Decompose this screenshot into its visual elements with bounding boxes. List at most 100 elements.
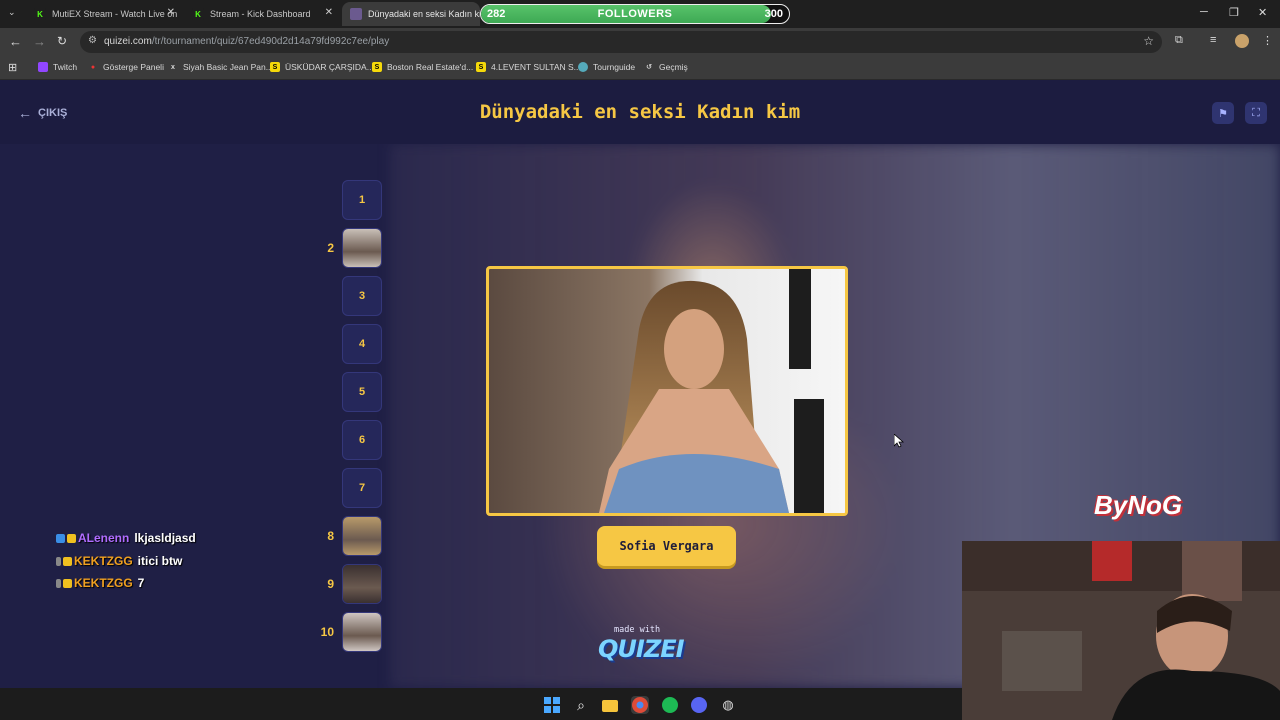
bookmark-siyah-jean[interactable]: x Siyah Basic Jean Pan... [168,62,273,72]
sahibinden-icon: S [476,62,486,72]
quizei-logo[interactable]: QUIZEI [598,635,685,663]
minimize-icon[interactable]: ─ [1200,6,1208,18]
tab-mutiex-stream[interactable]: K MutiEX Stream - Watch Live on ✕ [26,2,181,26]
tab-quizei[interactable]: Dünyadaki en seksi Kadın kim [342,2,480,26]
file-explorer-icon[interactable] [601,696,619,714]
history-icon: ↺ [646,64,652,71]
rank-number: 2 [327,241,334,255]
rank-slot-8[interactable] [342,516,382,556]
chat-message: KEKTZGG itici btw [56,554,182,568]
site-info-icon[interactable]: ⚙ [88,35,97,46]
webcam-feed [962,541,1280,720]
search-icon[interactable]: ⌕ [572,696,590,714]
restore-icon[interactable]: ❐ [1229,6,1239,19]
contestant-name: Sofia Vergara [619,539,714,553]
bookmark-label: Geçmiş [659,62,688,72]
tab-title: MutiEX Stream - Watch Live on [52,9,178,19]
crown-badge-icon [67,533,76,543]
dashboard-icon: ● [90,63,96,71]
sahibinden-icon: S [270,62,280,72]
close-icon[interactable]: ✕ [167,7,175,18]
url-path: /tr/tournament/quiz/67ed490d2d14a79fd992… [151,36,390,47]
quizei-favicon-icon [350,8,362,20]
tournguide-icon [578,62,588,72]
bookmark-history[interactable]: ↺ Geçmiş [644,62,688,72]
contestant-photo [489,269,845,513]
rank-thumbnail [343,613,381,651]
fullscreen-button[interactable]: ⛶ [1245,102,1267,124]
kick-icon: K [34,8,46,20]
rank-number: 9 [327,577,334,591]
crown-badge-icon [63,578,72,588]
rank-number: 8 [327,529,334,543]
extensions-icon[interactable]: ⧉ [1175,34,1183,47]
report-flag-button[interactable]: ⚑ [1212,102,1234,124]
app-icon[interactable]: ◍ [719,696,737,714]
bookmark-label: 4.LEVENT SULTAN S... [491,62,581,72]
kick-icon: K [192,8,204,20]
webcam-image [962,541,1280,720]
chat-text: 7 [137,576,145,590]
tab-title: Stream - Kick Dashboard [210,9,311,19]
sahibinden-icon: S [372,62,382,72]
rank-slot-6[interactable]: 6 [342,420,382,460]
followers-label: FOLLOWERS [597,8,673,20]
apps-grid-icon[interactable]: ⊞ [8,61,17,74]
browser-toolbar: ← → ↻ ⚙ quizei.com/tr/tournament/quiz/67… [0,28,1280,56]
bookmark-star-icon[interactable]: ☆ [1143,34,1154,48]
forward-icon[interactable]: → [33,34,46,49]
rank-slot-7[interactable]: 7 [342,468,382,508]
bookmark-tournguide[interactable]: Tournguide [578,62,635,72]
rank-slot-10[interactable] [342,612,382,652]
address-bar[interactable]: ⚙ quizei.com/tr/tournament/quiz/67ed490d… [80,31,1162,53]
rank-number: 10 [320,625,334,639]
contestant-name-button[interactable]: Sofia Vergara [597,526,736,566]
tab-search-chevron-icon[interactable]: ⌄ [8,7,16,18]
rank-slot-2[interactable] [342,228,382,268]
discord-icon[interactable] [690,696,708,714]
rank-thumbnail [343,517,381,555]
close-icon[interactable]: ✕ [325,7,333,18]
bookmark-uskudar[interactable]: S ÜSKÜDAR ÇARŞIDA... [270,62,374,72]
followers-goal-bar: 282 FOLLOWERS 300 [480,4,790,24]
bookmark-boston[interactable]: S Boston Real Estate'd... [372,62,473,72]
rank-slot-number: 6 [358,434,366,446]
rank-slot-1[interactable]: 1 [342,180,382,220]
flag-icon: ⚑ [1218,107,1228,120]
chat-message: ALenenn lkjasldjasd [56,531,196,545]
bookmarks-bar: ⊞ Twitch ● Gösterge Paneli x Siyah Basic J… [0,56,1280,80]
current-contestant-image[interactable] [486,266,848,516]
rank-slot-5[interactable]: 5 [342,372,382,412]
rank-slot-3[interactable]: 3 [342,276,382,316]
url-domain: quizei.com [104,36,152,47]
profile-avatar[interactable] [1235,34,1249,48]
badge-icon [56,556,61,566]
quiz-header: ← ÇIKIŞ Dünyadaki en seksi Kadın kim ⚑ ⛶ [0,80,1280,144]
spotify-icon[interactable] [661,696,679,714]
bookmark-levent[interactable]: S 4.LEVENT SULTAN S... [476,62,581,72]
badge-icon [56,578,61,588]
bookmark-label: Siyah Basic Jean Pan... [183,62,273,72]
bookmark-label: Boston Real Estate'd... [387,62,474,72]
reload-icon[interactable]: ↻ [57,34,67,48]
window-close-icon[interactable]: ✕ [1258,6,1267,19]
back-icon[interactable]: ← [9,34,22,49]
rank-slot-4[interactable]: 4 [342,324,382,364]
shop-icon: x [171,63,175,71]
rank-slot-number: 3 [358,290,366,302]
bookmark-gosterge-paneli[interactable]: ● Gösterge Paneli [88,62,164,72]
chat-text: itici btw [137,554,183,568]
browser-tab-strip: ⌄ K MutiEX Stream - Watch Live on ✕ K St… [0,0,1280,28]
media-control-icon[interactable]: ≡ [1210,34,1216,46]
chrome-icon[interactable] [631,696,649,714]
streamer-overlay-logo: ByNoG [1094,490,1182,521]
rank-thumbnail [343,229,381,267]
overlay-logo-text: ByNoG [1094,490,1183,520]
menu-icon[interactable]: ⋮ [1262,34,1273,47]
tab-kick-dashboard[interactable]: K Stream - Kick Dashboard ✕ [184,2,339,26]
rank-slot-9[interactable] [342,564,382,604]
windows-start-icon[interactable] [543,696,561,714]
bookmark-twitch[interactable]: Twitch [38,62,77,72]
rank-thumbnail [343,565,381,603]
chat-username: KEKTZGG [74,554,133,568]
